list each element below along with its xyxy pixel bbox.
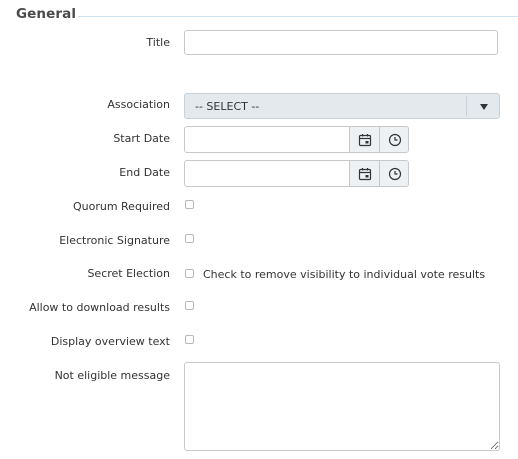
start-date-input[interactable]	[185, 127, 349, 152]
quorum-required-label: Quorum Required	[72, 200, 170, 213]
electronic-signature-checkbox[interactable]	[185, 234, 194, 243]
association-select[interactable]: -- SELECT --	[184, 93, 500, 119]
start-date-calendar-button[interactable]	[349, 127, 379, 152]
secret-election-label: Secret Election	[87, 267, 170, 280]
title-input[interactable]	[184, 30, 498, 55]
clock-icon	[388, 167, 402, 181]
association-label: Association	[107, 98, 170, 111]
end-date-calendar-button[interactable]	[349, 161, 379, 186]
display-overview-label: Display overview text	[50, 335, 170, 348]
calendar-icon	[358, 134, 372, 147]
start-date-label: Start Date	[113, 132, 170, 145]
not-eligible-message-textarea[interactable]	[184, 362, 500, 451]
secret-election-checkbox[interactable]	[185, 269, 194, 278]
display-overview-checkbox[interactable]	[185, 335, 194, 344]
start-date-group	[184, 126, 409, 153]
chevron-down-icon[interactable]	[480, 104, 488, 110]
title-label: Title	[146, 36, 170, 49]
end-date-label: End Date	[119, 166, 170, 179]
section-divider	[78, 16, 518, 17]
end-date-input[interactable]	[185, 161, 349, 186]
allow-download-checkbox[interactable]	[185, 301, 194, 310]
end-date-group	[184, 160, 409, 187]
end-date-time-button[interactable]	[379, 161, 408, 186]
start-date-time-button[interactable]	[379, 127, 408, 152]
secret-election-hint: Check to remove visibility to individual…	[203, 268, 486, 281]
not-eligible-message-label: Not eligible message	[54, 369, 170, 382]
quorum-required-checkbox[interactable]	[185, 200, 194, 209]
allow-download-label: Allow to download results	[29, 301, 170, 314]
association-selected-value: -- SELECT --	[195, 100, 260, 113]
clock-icon	[388, 133, 402, 147]
select-divider	[466, 96, 467, 116]
section-title: General	[16, 6, 77, 22]
electronic-signature-label: Electronic Signature	[59, 234, 170, 247]
calendar-icon	[358, 168, 372, 181]
